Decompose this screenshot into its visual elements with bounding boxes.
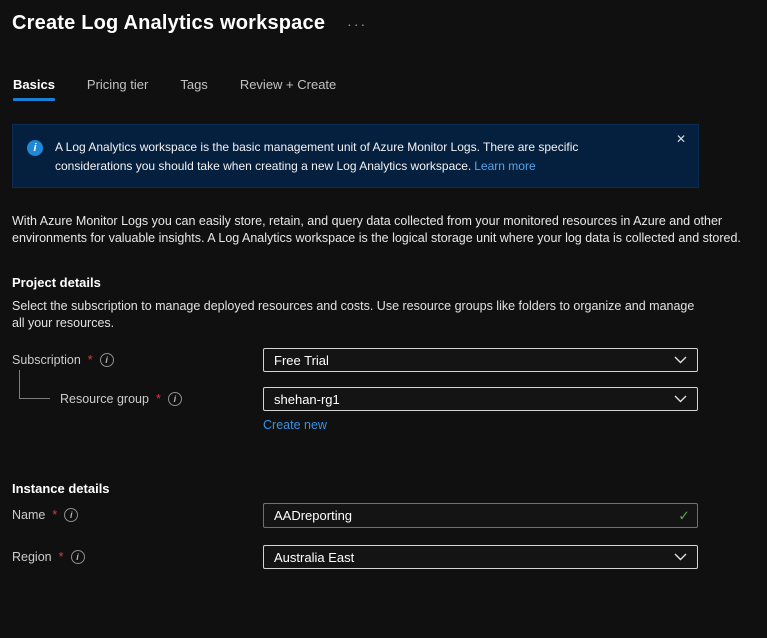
region-select[interactable]: Australia East (263, 545, 698, 570)
subscription-label: Subscription (12, 353, 81, 368)
name-info-icon[interactable]: i (64, 508, 79, 523)
resource-group-label-group: Resource group * i (12, 370, 263, 407)
subscription-required-asterisk: * (87, 353, 93, 368)
close-icon[interactable]: ✕ (676, 133, 686, 145)
name-label-group: Name * i (12, 503, 263, 523)
resource-group-selected-value: shehan-rg1 (274, 391, 340, 407)
chevron-down-icon (674, 395, 687, 403)
tab-basics[interactable]: Basics (13, 77, 55, 101)
resource-group-required-asterisk: * (155, 392, 161, 407)
resource-group-select[interactable]: shehan-rg1 (263, 387, 698, 412)
region-field: Australia East (263, 545, 698, 570)
tree-connector-line (19, 370, 50, 400)
info-banner: i A Log Analytics workspace is the basic… (12, 124, 699, 189)
page-title: Create Log Analytics workspace (12, 12, 326, 34)
instance-details-heading: Instance details (12, 481, 110, 497)
resource-group-field: shehan-rg1 Create new (263, 387, 698, 434)
region-label-group: Region * i (12, 545, 263, 565)
more-options-button[interactable]: ··· (343, 16, 371, 32)
name-input[interactable] (263, 503, 698, 529)
subscription-select[interactable]: Free Trial (263, 348, 698, 373)
tab-review-create[interactable]: Review + Create (240, 77, 336, 101)
name-label: Name (12, 508, 46, 523)
project-details-description: Select the subscription to manage deploy… (12, 298, 695, 330)
name-input-wrap: ✓ (263, 503, 698, 529)
region-label: Region (12, 550, 52, 565)
project-details-section: Project details Select the subscription … (12, 275, 767, 435)
name-required-asterisk: * (52, 508, 58, 523)
create-new-link[interactable]: Create new (263, 418, 327, 432)
valid-check-icon: ✓ (678, 507, 690, 524)
tab-tags[interactable]: Tags (180, 77, 207, 101)
resource-group-info-icon[interactable]: i (167, 392, 182, 407)
region-selected-value: Australia East (274, 549, 355, 565)
region-info-icon[interactable]: i (70, 550, 85, 565)
info-icon: i (27, 140, 43, 156)
instance-details-section: Instance details Name * i ✓ Region * i (12, 481, 767, 570)
region-required-asterisk: * (58, 550, 64, 565)
chevron-down-icon (674, 356, 687, 364)
intro-text: With Azure Monitor Logs you can easily s… (12, 214, 741, 246)
title-row: Create Log Analytics workspace ··· (12, 12, 767, 35)
learn-more-link[interactable]: Learn more (474, 159, 535, 173)
resource-group-label: Resource group (60, 392, 149, 407)
chevron-down-icon (674, 553, 687, 561)
banner-message: A Log Analytics workspace is the basic m… (55, 138, 647, 175)
name-field: ✓ (263, 503, 698, 529)
subscription-label-group: Subscription * i (12, 348, 263, 368)
tab-bar: Basics Pricing tier Tags Review + Create (12, 77, 767, 101)
tab-pricing-tier[interactable]: Pricing tier (87, 77, 148, 101)
name-row: Name * i ✓ (12, 503, 767, 529)
project-details-heading: Project details (12, 274, 101, 290)
subscription-field: Free Trial (263, 348, 698, 373)
subscription-row: Subscription * i Free Trial (12, 348, 767, 373)
create-log-analytics-workspace-blade: Create Log Analytics workspace ··· Basic… (0, 0, 767, 638)
region-row: Region * i Australia East (12, 545, 767, 570)
resource-group-row: Resource group * i shehan-rg1 Create new (12, 370, 767, 434)
subscription-selected-value: Free Trial (274, 352, 329, 368)
subscription-info-icon[interactable]: i (99, 353, 114, 368)
